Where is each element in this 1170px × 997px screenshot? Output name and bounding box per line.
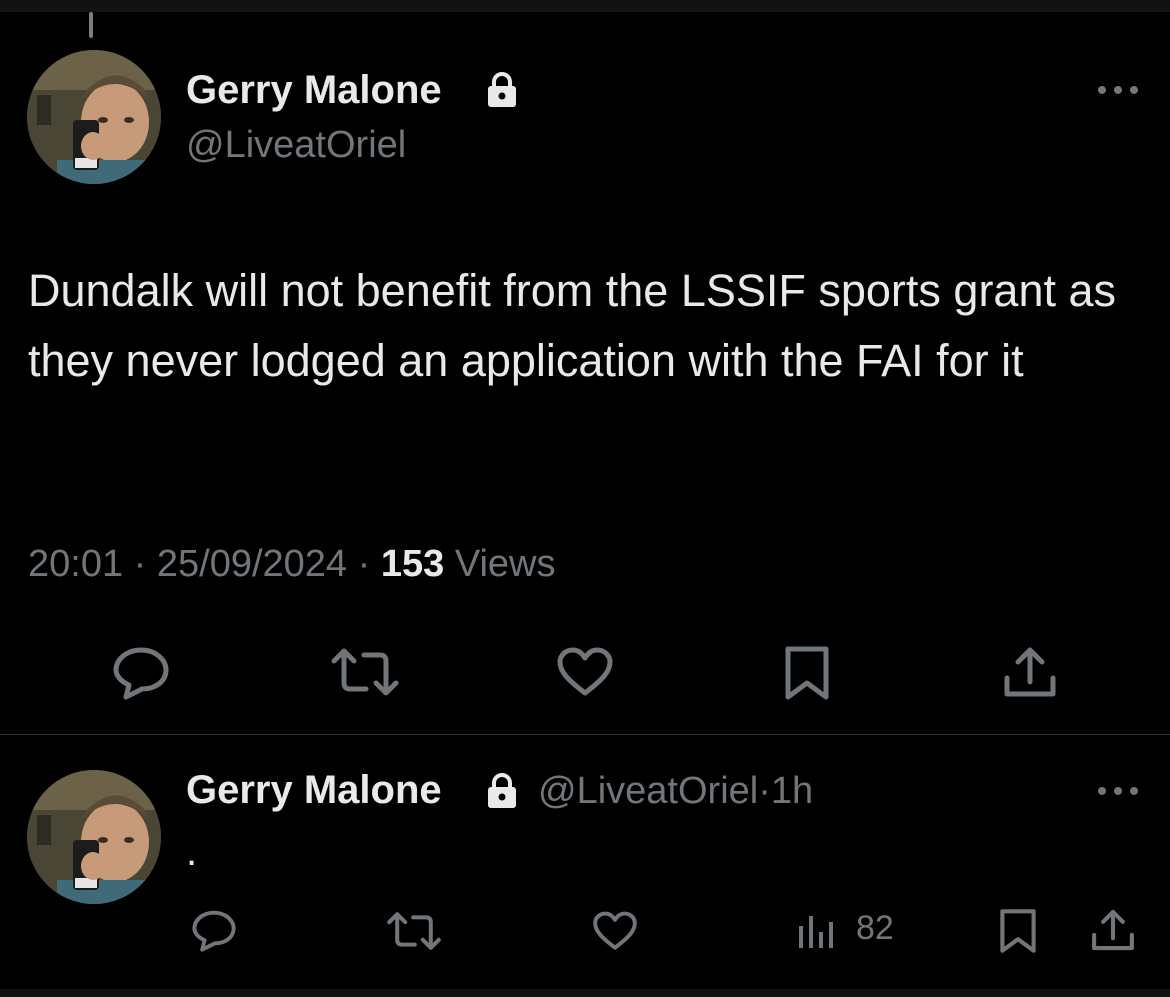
reply-icon[interactable]: [190, 908, 238, 952]
retweet-icon[interactable]: [386, 911, 442, 951]
lock-icon: [488, 773, 516, 808]
reply-age[interactable]: 1h: [771, 770, 813, 812]
reply-avatar[interactable]: [27, 770, 161, 904]
tweet-date[interactable]: 25/09/2024: [157, 543, 347, 585]
more-icon[interactable]: [1096, 82, 1140, 98]
lock-icon: [488, 72, 516, 107]
tweet-metadata: 20:01 · 25/09/2024 · 153 Views: [28, 543, 556, 586]
tweet-text: Dundalk will not benefit from the LSSIF …: [28, 265, 1117, 386]
share-icon[interactable]: [1002, 644, 1058, 700]
top-edge: [0, 0, 1170, 12]
meta-separator: ·: [758, 770, 771, 812]
meta-separator: ·: [357, 543, 371, 585]
author-name[interactable]: Gerry Malone: [186, 68, 442, 113]
bookmark-icon[interactable]: [998, 908, 1038, 954]
reply-icon[interactable]: [111, 644, 171, 700]
reply-author-handle[interactable]: @LiveatOriel: [538, 770, 758, 812]
share-icon[interactable]: [1090, 907, 1136, 953]
heart-icon[interactable]: [556, 646, 614, 698]
divider: [0, 734, 1170, 735]
tweet-time[interactable]: 20:01: [28, 543, 123, 585]
reply-handle-line: @LiveatOriel·1h: [538, 770, 813, 813]
reply-views-count: 82: [856, 909, 894, 947]
reply-text: .: [186, 830, 198, 874]
retweet-icon[interactable]: [330, 647, 400, 697]
thread-connector-line: [89, 12, 93, 38]
more-icon[interactable]: [1096, 783, 1140, 799]
analytics-icon[interactable]: [797, 912, 837, 950]
meta-separator: ·: [133, 543, 147, 585]
author-handle[interactable]: @LiveatOriel: [186, 124, 406, 167]
views-count: 153: [380, 543, 445, 585]
bottom-edge: [0, 989, 1170, 997]
views-label: Views: [454, 543, 556, 585]
avatar[interactable]: [27, 50, 161, 184]
bookmark-icon[interactable]: [783, 645, 831, 701]
heart-icon[interactable]: [592, 910, 638, 952]
reply-author-name[interactable]: Gerry Malone: [186, 768, 442, 813]
